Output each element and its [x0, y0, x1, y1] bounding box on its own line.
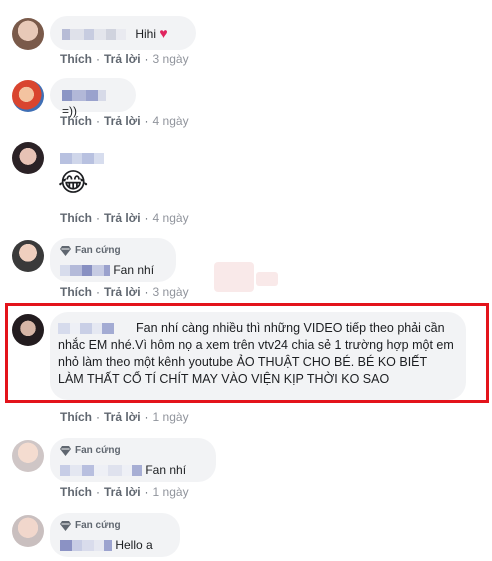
action-separator: ·	[96, 211, 100, 225]
action-separator: ·	[144, 211, 149, 225]
reply-link[interactable]: Trả lời	[104, 285, 141, 299]
action-separator: ·	[96, 114, 100, 128]
action-separator: ·	[144, 285, 149, 299]
avatar[interactable]	[12, 240, 44, 272]
avatar[interactable]	[12, 18, 44, 50]
avatar[interactable]	[12, 440, 44, 472]
like-link[interactable]: Thích	[60, 410, 92, 424]
reply-link[interactable]: Trả lời	[104, 114, 141, 128]
author-name-redacted[interactable]	[62, 88, 106, 102]
author-name-redacted[interactable]	[62, 27, 129, 41]
comment-time[interactable]: 3 ngày	[153, 52, 189, 66]
comment-bubble: Fan cứng Fan nhí	[50, 238, 176, 282]
reply-link[interactable]: Trả lời	[104, 52, 141, 66]
action-separator: ·	[96, 52, 100, 66]
reply-link[interactable]: Trả lời	[104, 211, 141, 225]
fan-badge: Fan cứng	[60, 443, 206, 459]
watermark-logo	[212, 258, 282, 298]
action-separator: ·	[96, 410, 100, 424]
author-name-redacted[interactable]	[60, 463, 145, 477]
action-separator: ·	[96, 485, 100, 499]
like-link[interactable]: Thích	[60, 211, 92, 225]
author-name-redacted[interactable]	[58, 320, 136, 337]
comment-bubble: Fan cứng Fan nhí	[50, 438, 216, 482]
like-link[interactable]: Thích	[60, 114, 92, 128]
action-separator: ·	[144, 410, 149, 424]
comment-bubble: Fan nhí càng nhiều thì những VIDEO tiếp …	[50, 312, 466, 400]
diamond-icon	[60, 521, 71, 531]
fan-badge: Fan cứng	[60, 518, 170, 534]
action-separator: ·	[144, 114, 149, 128]
laughing-emoji: 😂	[58, 167, 89, 197]
comment-time[interactable]: 3 ngày	[153, 285, 189, 299]
fan-badge: Fan cứng	[60, 243, 166, 259]
badge-label: Fan cứng	[75, 445, 121, 456]
comment-bubble: =))	[50, 78, 136, 118]
like-link[interactable]: Thích	[60, 285, 92, 299]
heart-emoji: ♥	[159, 25, 168, 41]
diamond-icon	[60, 446, 71, 456]
comment-text: Fan nhí	[113, 263, 155, 277]
comment-time[interactable]: 4 ngày	[153, 114, 189, 128]
author-name-redacted[interactable]	[60, 263, 113, 277]
comment-time[interactable]: 1 ngày	[153, 485, 189, 499]
comment-text: Hello a	[115, 538, 153, 552]
avatar[interactable]	[12, 515, 44, 547]
like-link[interactable]: Thích	[60, 485, 92, 499]
avatar[interactable]	[12, 142, 44, 174]
comment-text: Fan nhí	[145, 463, 187, 477]
comment-bubble: Hihi ♥	[50, 16, 196, 50]
action-separator: ·	[144, 52, 149, 66]
comment-time[interactable]: 1 ngày	[153, 410, 189, 424]
comment-time[interactable]: 4 ngày	[153, 211, 189, 225]
action-separator: ·	[96, 285, 100, 299]
diamond-icon	[60, 246, 71, 256]
reply-link[interactable]: Trả lời	[104, 485, 141, 499]
comment-text: Hihi	[135, 27, 157, 41]
avatar[interactable]	[12, 314, 44, 346]
comment-bubble: Fan cứng Hello a	[50, 513, 180, 557]
avatar[interactable]	[12, 80, 44, 112]
badge-label: Fan cứng	[75, 245, 121, 256]
action-separator: ·	[144, 485, 149, 499]
reply-link[interactable]: Trả lời	[104, 410, 141, 424]
like-link[interactable]: Thích	[60, 52, 92, 66]
badge-label: Fan cứng	[75, 520, 121, 531]
author-name-redacted[interactable]	[60, 538, 115, 552]
